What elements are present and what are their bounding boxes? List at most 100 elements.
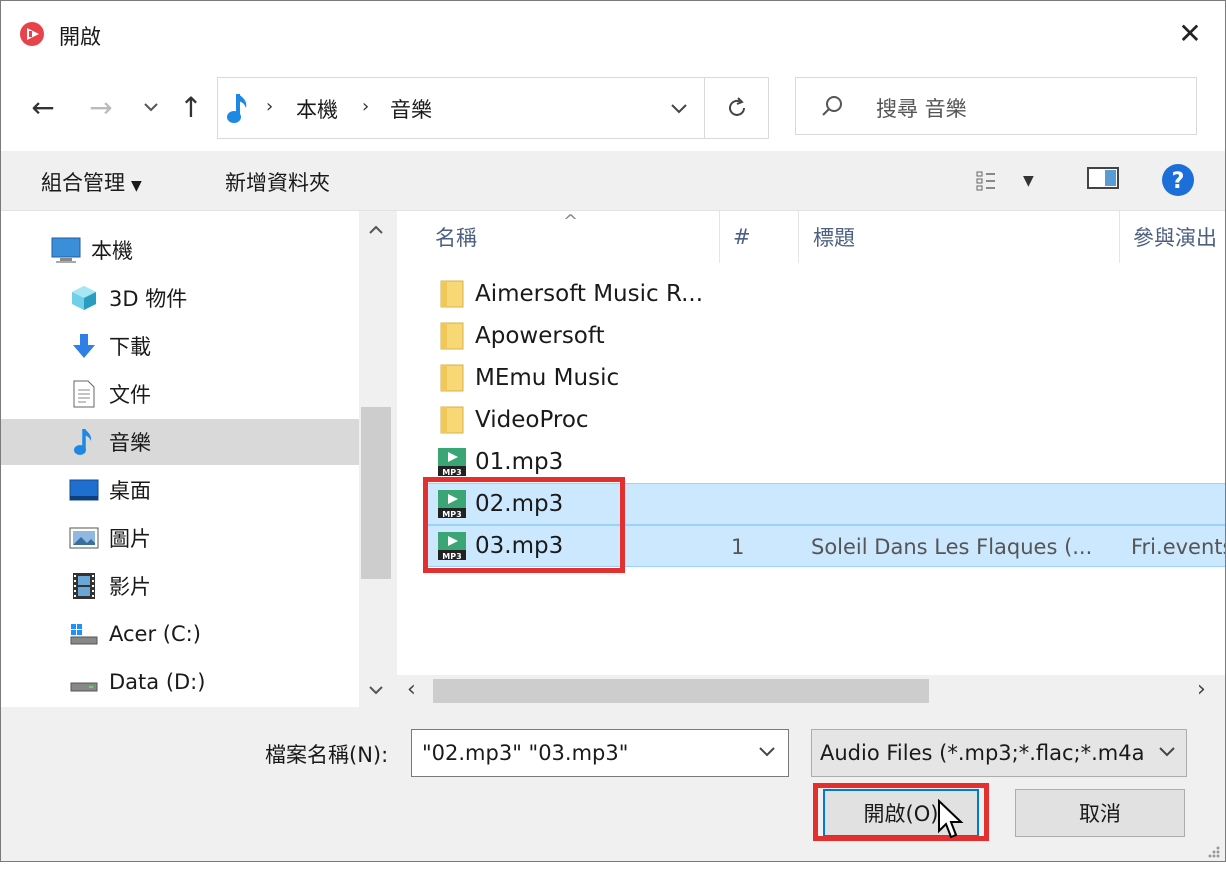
new-folder-label: 新增資料夾 bbox=[225, 171, 330, 195]
nav-item-documents[interactable]: 文件 bbox=[1, 371, 359, 417]
cancel-button[interactable]: 取消 bbox=[1015, 789, 1185, 837]
nav-item-videos[interactable]: 影片 bbox=[1, 563, 359, 609]
track-number: 1 bbox=[731, 535, 745, 559]
chevron-left-icon[interactable]: ‹ bbox=[407, 677, 416, 702]
close-button[interactable]: ✕ bbox=[1155, 1, 1225, 65]
help-button[interactable]: ? bbox=[1161, 163, 1195, 197]
file-row-selected[interactable]: MP3 03.mp3 1 Soleil Dans Les Flaques (..… bbox=[427, 525, 1225, 567]
chevron-up-icon bbox=[369, 225, 383, 234]
preview-pane-icon bbox=[1087, 167, 1119, 189]
file-name: Apowersoft bbox=[475, 323, 605, 349]
breadcrumb-music[interactable]: 音樂 bbox=[390, 94, 432, 124]
back-button[interactable]: ← bbox=[23, 89, 63, 125]
window-title: 開啟 bbox=[59, 25, 101, 49]
nav-item-label: 3D 物件 bbox=[109, 287, 188, 311]
new-folder-button[interactable]: 新增資料夾 bbox=[225, 167, 330, 197]
windows-drive-icon bbox=[69, 619, 99, 649]
nav-item-drive-c[interactable]: Acer (C:) bbox=[1, 611, 359, 657]
open-file-dialog: 開啟 ✕ ← → ↑ › 本機 › 音樂 搜尋 音樂 組合管理 ▼ 新增資料夾 … bbox=[0, 0, 1226, 862]
scroll-down-button[interactable] bbox=[359, 673, 393, 707]
address-bar[interactable]: › 本機 › 音樂 bbox=[217, 77, 769, 139]
column-divider[interactable] bbox=[1119, 211, 1120, 263]
file-list: ^ 名稱 # 標題 參與演出 Aimersoft Music R... Apow… bbox=[397, 211, 1225, 707]
chevron-down-icon bbox=[144, 103, 158, 112]
organize-button[interactable]: 組合管理 ▼ bbox=[41, 167, 142, 197]
nav-item-this-pc[interactable]: 本機 bbox=[1, 227, 359, 273]
file-row[interactable]: Aimersoft Music R... bbox=[427, 273, 1225, 315]
column-label: 名稱 bbox=[435, 226, 477, 250]
nav-item-music[interactable]: 音樂 bbox=[1, 419, 359, 465]
search-input[interactable]: 搜尋 音樂 bbox=[795, 77, 1197, 135]
file-name: Aimersoft Music R... bbox=[475, 281, 704, 307]
address-history-dropdown[interactable] bbox=[654, 78, 704, 138]
download-arrow-icon bbox=[69, 331, 99, 361]
chevron-right-icon[interactable]: › bbox=[1197, 677, 1206, 702]
scroll-up-button[interactable] bbox=[359, 213, 393, 247]
cancel-label: 取消 bbox=[1079, 802, 1121, 826]
cube-icon bbox=[69, 283, 99, 313]
breadcrumb-this-pc[interactable]: 本機 bbox=[296, 94, 338, 124]
svg-text:MP3: MP3 bbox=[442, 552, 461, 561]
chevron-down-icon bbox=[369, 686, 383, 695]
nav-item-drive-d[interactable]: Data (D:) bbox=[1, 659, 359, 705]
refresh-button[interactable] bbox=[704, 78, 768, 138]
file-row[interactable]: VideoProc bbox=[427, 399, 1225, 441]
desktop-icon bbox=[69, 475, 99, 505]
nav-item-label: 圖片 bbox=[109, 527, 151, 551]
horizontal-scrollbar[interactable]: ‹ › bbox=[397, 675, 1225, 707]
file-row[interactable]: MEmu Music bbox=[427, 357, 1225, 399]
chevron-down-icon[interactable] bbox=[758, 744, 776, 758]
music-note-icon bbox=[227, 94, 247, 123]
nav-item-downloads[interactable]: 下載 bbox=[1, 323, 359, 369]
column-header-artist[interactable]: 參與演出 bbox=[1133, 211, 1217, 263]
view-options-button[interactable]: ▼ bbox=[975, 169, 1034, 193]
picture-icon bbox=[69, 523, 99, 553]
address-row: ← → ↑ › 本機 › 音樂 搜尋 音樂 bbox=[1, 65, 1225, 151]
folder-icon bbox=[435, 277, 469, 311]
preview-pane-button[interactable] bbox=[1087, 165, 1119, 191]
scrollbar-thumb[interactable] bbox=[361, 407, 391, 579]
file-name: VideoProc bbox=[475, 407, 589, 433]
up-button[interactable]: ↑ bbox=[171, 89, 211, 125]
column-divider[interactable] bbox=[798, 211, 799, 263]
column-divider[interactable] bbox=[719, 211, 720, 263]
scrollbar-thumb[interactable] bbox=[433, 679, 929, 703]
help-icon: ? bbox=[1162, 164, 1194, 196]
search-icon bbox=[822, 96, 842, 116]
folder-icon bbox=[435, 361, 469, 395]
mp3-file-icon: MP3 bbox=[435, 529, 469, 563]
forward-arrow-icon: → bbox=[89, 90, 113, 124]
file-row-selected[interactable]: MP3 02.mp3 bbox=[427, 483, 1225, 525]
nav-item-label: 下載 bbox=[109, 335, 151, 359]
column-header-name[interactable]: 名稱 bbox=[435, 211, 477, 263]
resize-grip-icon[interactable] bbox=[1205, 843, 1221, 859]
film-icon bbox=[69, 571, 99, 601]
sort-ascending-icon: ^ bbox=[563, 211, 579, 232]
nav-item-desktop[interactable]: 桌面 bbox=[1, 467, 359, 513]
nav-scrollbar[interactable] bbox=[359, 211, 393, 707]
filename-label: 檔案名稱(N): bbox=[265, 743, 389, 767]
mouse-cursor-icon bbox=[938, 799, 964, 839]
organize-label: 組合管理 bbox=[41, 171, 125, 195]
caret-down-icon: ▼ bbox=[1023, 173, 1034, 189]
filename-value: "02.mp3" "03.mp3" bbox=[422, 741, 629, 765]
back-arrow-icon: ← bbox=[31, 90, 55, 124]
column-header-title[interactable]: 標題 bbox=[813, 211, 855, 263]
file-row[interactable]: Apowersoft bbox=[427, 315, 1225, 357]
mp3-file-icon: MP3 bbox=[435, 445, 469, 479]
folder-icon bbox=[435, 319, 469, 353]
bottom-panel: 檔案名稱(N): "02.mp3" "03.mp3" Audio Files (… bbox=[1, 707, 1225, 861]
filename-input[interactable]: "02.mp3" "03.mp3" bbox=[411, 729, 789, 777]
forward-button[interactable]: → bbox=[81, 89, 121, 125]
nav-item-pictures[interactable]: 圖片 bbox=[1, 515, 359, 561]
drive-icon bbox=[69, 667, 99, 697]
file-row[interactable]: MP3 01.mp3 bbox=[427, 441, 1225, 483]
title-bar: 開啟 ✕ bbox=[1, 1, 1225, 65]
nav-item-3d-objects[interactable]: 3D 物件 bbox=[1, 275, 359, 321]
column-header-number[interactable]: # bbox=[733, 211, 751, 263]
recent-locations-button[interactable] bbox=[137, 89, 165, 125]
navigation-pane: 本機 3D 物件 下載 文件 音樂 桌面 圖片 影片 Acer (C:) Dat… bbox=[1, 211, 393, 707]
file-name: 03.mp3 bbox=[475, 533, 564, 559]
file-name: 01.mp3 bbox=[475, 449, 564, 475]
filetype-select[interactable]: Audio Files (*.mp3;*.flac;*.m4a bbox=[811, 729, 1187, 777]
